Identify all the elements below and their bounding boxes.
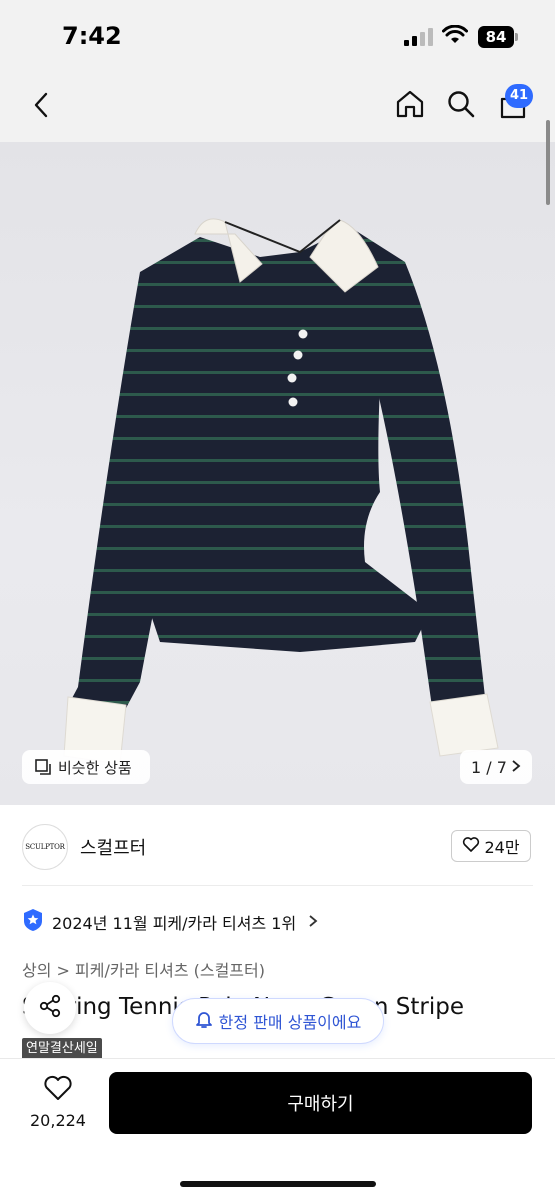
- brand-name[interactable]: 스컬프터: [80, 834, 146, 860]
- status-time: 7:42: [62, 22, 122, 50]
- image-counter-text: 1 / 7: [471, 757, 507, 777]
- ranking-badge-icon: [22, 908, 44, 936]
- scrollbar[interactable]: [546, 120, 550, 205]
- ranking-link[interactable]: 2024년 11월 피케/카라 티셔츠 1위: [22, 908, 318, 936]
- brand-logo[interactable]: SCULPTOR: [22, 824, 68, 870]
- wifi-icon: [442, 24, 468, 49]
- back-chevron-icon[interactable]: [26, 88, 56, 122]
- battery-level: 84: [478, 26, 514, 48]
- status-bar: 7:42 84: [0, 0, 555, 70]
- cart-count-badge: 41: [505, 84, 533, 108]
- similar-products-label: 비슷한 상품: [58, 758, 132, 777]
- brand-like-button[interactable]: 24만: [451, 830, 531, 862]
- buy-button[interactable]: 구매하기: [109, 1072, 532, 1134]
- battery-icon: [515, 33, 518, 41]
- home-indicator[interactable]: [180, 1181, 376, 1187]
- copy-squares-icon: [34, 758, 52, 776]
- limited-sale-notice: 한정 판매 상품이에요: [172, 998, 384, 1044]
- image-counter-button[interactable]: 1 / 7: [460, 750, 532, 784]
- share-icon: [37, 993, 63, 1023]
- breadcrumb[interactable]: 상의 > 피케/카라 티셔츠 (스컬프터): [22, 957, 265, 981]
- ranking-text: 2024년 11월 피케/카라 티셔츠 1위: [52, 914, 297, 933]
- bell-icon: [195, 1009, 213, 1033]
- divider: [22, 885, 533, 886]
- heart-outline-icon: [462, 836, 480, 856]
- wishlist-count: 20,224: [30, 1111, 86, 1130]
- chevron-right-icon: [511, 758, 521, 777]
- brand-like-count: 24만: [484, 838, 520, 857]
- sale-tag: 연말결산세일: [22, 1038, 102, 1060]
- chevron-right-icon: [308, 912, 318, 933]
- similar-products-button[interactable]: 비슷한 상품: [22, 750, 150, 784]
- search-icon[interactable]: [444, 87, 478, 121]
- product-image-carousel[interactable]: [0, 142, 555, 805]
- share-button[interactable]: [24, 982, 76, 1034]
- home-icon[interactable]: [393, 87, 427, 121]
- limited-sale-text: 한정 판매 상품이에요: [218, 1013, 362, 1032]
- cellular-signal-icon: [404, 28, 433, 46]
- product-photo-striped-polo: [63, 218, 499, 765]
- wishlist-button[interactable]: 20,224: [22, 1075, 94, 1130]
- heart-outline-icon: [43, 1075, 73, 1105]
